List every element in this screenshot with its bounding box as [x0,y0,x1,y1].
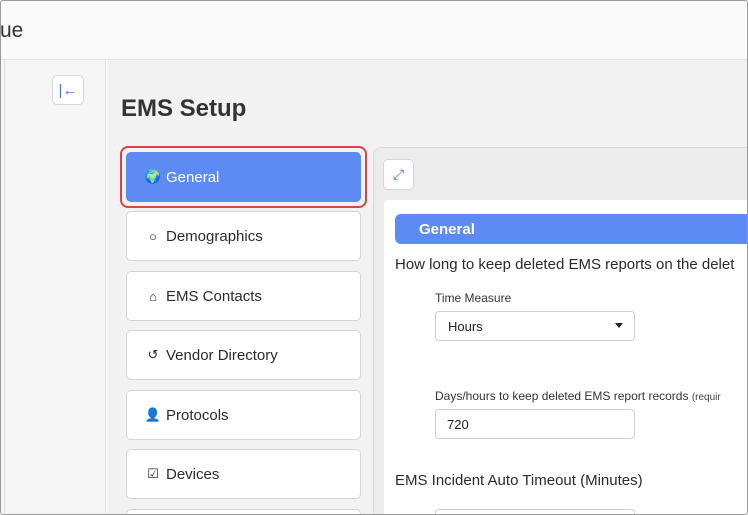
panel-content [384,200,748,515]
collapse-sidebar-button[interactable]: |← [52,75,84,105]
section-header: General [395,214,748,244]
time-measure-value: Hours [448,318,483,334]
days-hours-value: 720 [447,416,469,432]
nav-item-protocols[interactable]: 👤 Protocols [126,390,361,440]
nav-item-label: EMS Contacts [166,287,262,305]
nav-item-label: Protocols [166,406,229,424]
checkbox-icon: ☑ [147,466,159,481]
expand-icon: ⤢ [392,166,405,182]
collapse-left-icon: |← [58,81,78,99]
home-icon: ⌂ [149,288,157,304]
days-hours-label: Days/hours to keep deleted EMS report re… [435,389,721,403]
user-icon: 👤 [144,407,162,422]
nav-item-partial[interactable] [126,509,361,515]
auto-timeout-label: EMS Incident Auto Timeout (Minutes) [395,472,643,489]
nav-item-ems-contacts[interactable]: ⌂ EMS Contacts [126,271,361,321]
history-icon: ↺ [147,347,159,362]
nav-item-label: Devices [166,465,220,483]
time-measure-label: Time Measure [435,291,512,305]
left-rail [0,60,106,515]
nav-item-label: Demographics [166,227,263,245]
retention-question: How long to keep deleted EMS reports on … [395,256,735,273]
nav-item-vendor-directory[interactable]: ↺ Vendor Directory [126,330,361,380]
time-measure-select[interactable]: Hours [435,311,635,341]
expand-panel-button[interactable]: ⤢ [383,159,414,190]
days-hours-input[interactable]: 720 [435,409,635,439]
nav-item-devices[interactable]: ☑ Devices [126,449,361,499]
auto-timeout-input[interactable] [435,509,635,515]
rail-divider [4,60,5,515]
days-hours-label-text: Days/hours to keep deleted EMS report re… [435,389,689,403]
nav-item-demographics[interactable]: ○ Demographics [126,211,361,261]
circle-icon: ○ [149,228,157,244]
selection-highlight [120,146,367,208]
top-bar: ue [0,0,748,60]
caret-down-icon [615,323,623,328]
required-hint: (requir [691,392,721,403]
page-title: EMS Setup [121,95,247,122]
nav-item-label: Vendor Directory [166,346,278,364]
app-title: ue [0,19,24,42]
